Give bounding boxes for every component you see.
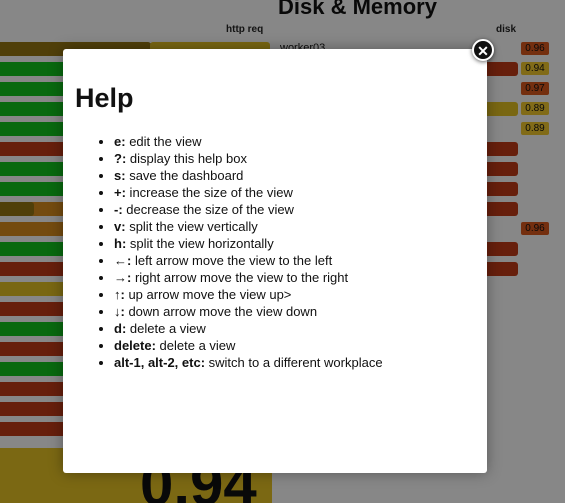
help-item: h: split the view horizontally — [114, 235, 383, 252]
help-item-key: h — [114, 236, 122, 251]
help-dialog: Help e: edit the view?: display this hel… — [63, 49, 487, 473]
help-title: Help — [75, 83, 134, 113]
help-item: ?: display this help box — [114, 150, 383, 167]
help-item-description: left arrow move the view to the left — [131, 253, 333, 268]
help-item-key: delete — [114, 338, 152, 353]
help-item-description: down arrow move the view down — [124, 304, 318, 319]
help-item-description: up arrow move the view up> — [124, 287, 292, 302]
help-item-key: + — [114, 185, 122, 200]
help-item: ←: left arrow move the view to the left — [114, 252, 383, 269]
help-item-key: d — [114, 321, 122, 336]
help-item: v: split the view vertically — [114, 218, 383, 235]
help-item: s: save the dashboard — [114, 167, 383, 184]
close-button[interactable]: ✕ — [472, 39, 494, 61]
help-item-key: alt-1, alt-2, etc — [114, 355, 201, 370]
help-item: →: right arrow move the view to the righ… — [114, 269, 383, 286]
help-item-description: split the view vertically — [125, 219, 258, 234]
help-item: alt-1, alt-2, etc: switch to a different… — [114, 354, 383, 371]
help-item: +: increase the size of the view — [114, 184, 383, 201]
help-item: e: edit the view — [114, 133, 383, 150]
help-item-description: display this help box — [126, 151, 247, 166]
help-item-description: decrease the size of the view — [122, 202, 294, 217]
help-item: d: delete a view — [114, 320, 383, 337]
help-item: ↓: down arrow move the view down — [114, 303, 383, 320]
help-item-key: ? — [114, 151, 122, 166]
close-icon: ✕ — [477, 43, 489, 59]
help-item-description: split the view horizontally — [126, 236, 274, 251]
help-item-description: switch to a different workplace — [205, 355, 383, 370]
help-item-description: right arrow move the view to the right — [131, 270, 349, 285]
help-item-description: delete a view — [155, 338, 236, 353]
help-item-description: increase the size of the view — [125, 185, 293, 200]
help-item: delete: delete a view — [114, 337, 383, 354]
help-item: -: decrease the size of the view — [114, 201, 383, 218]
help-item-key: ← — [114, 253, 127, 268]
help-item-key: → — [114, 270, 127, 285]
help-item-description: delete a view — [126, 321, 206, 336]
help-list: e: edit the view?: display this help box… — [100, 133, 383, 371]
help-item: ↑: up arrow move the view up> — [114, 286, 383, 303]
help-item-description: edit the view — [125, 134, 202, 149]
help-item-description: save the dashboard — [125, 168, 244, 183]
